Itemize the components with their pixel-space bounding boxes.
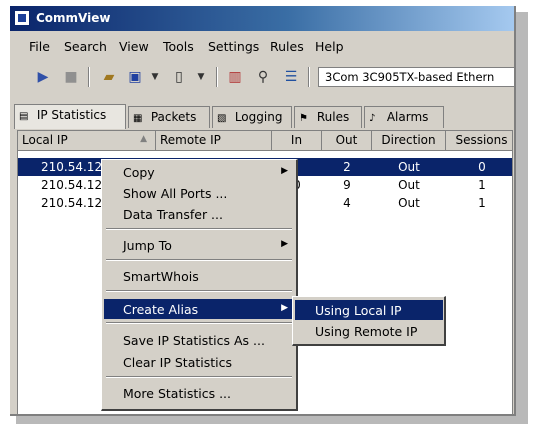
tab-packets[interactable]: ▦ Packets [128, 106, 210, 128]
chevron-down-icon[interactable]: ▼ [144, 66, 166, 88]
new-icon[interactable]: ▯ [168, 66, 190, 88]
tab-ip-statistics[interactable]: ▤ IP Statistics [14, 104, 126, 129]
chevron-down-icon[interactable]: ▼ [190, 66, 212, 88]
cell-out: 2 [343, 160, 351, 174]
column-header-in[interactable]: In [272, 131, 322, 151]
menu-separator [106, 376, 292, 378]
menu-item-save-ip-statistics[interactable]: Save IP Statistics As ... [104, 330, 294, 350]
save-icon[interactable]: ▣ [124, 66, 146, 88]
menu-separator [106, 259, 292, 261]
menu-bar: File Search View Tools Settings Rules He… [10, 34, 514, 58]
menu-item-create-alias[interactable]: Create Alias ▶ [104, 299, 294, 319]
title-bar[interactable]: CommView [10, 6, 514, 31]
search-icon[interactable]: ⚲ [252, 66, 274, 88]
cell-sessions: 0 [478, 160, 486, 174]
column-header-direction[interactable]: Direction [372, 131, 446, 151]
submenu-arrow-icon: ▶ [281, 166, 288, 176]
alias-icon[interactable]: ☰ [280, 66, 302, 88]
cell-out: 9 [343, 178, 351, 192]
table-header: Local IP ▲ Remote IP In Out Direction Ses… [18, 131, 512, 151]
submenu-item-using-remote-ip[interactable]: Using Remote IP [295, 321, 443, 341]
submenu-item-using-local-ip[interactable]: Using Local IP [295, 300, 443, 320]
cell-direction: Out [398, 196, 420, 210]
menu-item-show-all-ports[interactable]: Show All Ports ... [104, 183, 294, 203]
toolbar-separator [216, 67, 218, 87]
menu-view[interactable]: View [119, 39, 149, 54]
menu-search[interactable]: Search [64, 39, 107, 54]
open-icon[interactable]: ▰ [98, 66, 120, 88]
submenu-arrow-icon: ▶ [281, 239, 288, 249]
tab-rules[interactable]: ⚑ Rules [294, 106, 362, 128]
cell-sessions: 1 [478, 196, 486, 210]
toolbar-separator [308, 67, 310, 87]
tab-bar: ▤ IP Statistics ▦ Packets ▧ Logging ⚑ Ru… [14, 104, 514, 129]
cell-local-ip: 210.54.12 [41, 196, 103, 210]
alarm-icon: ♪ [369, 113, 376, 124]
toolbar: ▶ ■ ▰ ▣ ▼ ▯ ▼ ▥ ⚲ ☰ 3Com 3C905TX-based E… [10, 61, 514, 93]
tab-label: Packets [150, 110, 197, 124]
menu-tools[interactable]: Tools [163, 39, 194, 54]
rules-icon: ⚑ [299, 113, 308, 124]
play-icon[interactable]: ▶ [32, 66, 54, 88]
stop-icon[interactable]: ■ [60, 66, 82, 88]
menu-item-jump-to[interactable]: Jump To ▶ [104, 235, 294, 255]
cell-sessions: 1 [478, 178, 486, 192]
menu-file[interactable]: File [29, 39, 50, 54]
tab-label: IP Statistics [36, 108, 107, 122]
app-icon [14, 10, 30, 26]
context-menu: Copy ▶ Show All Ports ... Data Transfer .… [101, 159, 298, 411]
menu-separator [106, 322, 292, 324]
adapter-select[interactable]: 3Com 3C905TX-based Ethern [318, 67, 514, 87]
tab-label: Rules [316, 110, 350, 124]
cell-local-ip: 210.54.12 [41, 178, 103, 192]
menu-separator [106, 228, 292, 230]
cell-direction: Out [398, 160, 420, 174]
menu-help[interactable]: Help [315, 39, 344, 54]
cell-direction: Out [398, 178, 420, 192]
sort-arrow-icon: ▲ [140, 134, 147, 144]
column-header-local-ip[interactable]: Local IP ▲ [18, 131, 156, 151]
table-icon: ▤ [19, 111, 29, 122]
tab-logging[interactable]: ▧ Logging [212, 106, 292, 128]
column-header-remote-ip[interactable]: Remote IP [156, 131, 272, 151]
menu-rules[interactable]: Rules [270, 39, 304, 54]
column-header-sessions[interactable]: Sessions [446, 131, 512, 151]
menu-separator [106, 290, 292, 292]
menu-item-more-statistics[interactable]: More Statistics ... [104, 383, 294, 403]
chart-icon[interactable]: ▥ [224, 66, 246, 88]
tab-label: Logging [234, 110, 283, 124]
menu-item-data-transfer[interactable]: Data Transfer ... [104, 204, 294, 224]
logging-icon: ▧ [217, 113, 227, 124]
cell-local-ip: 210.54.12 [41, 160, 103, 174]
column-header-out[interactable]: Out [322, 131, 372, 151]
tab-label: Alarms [386, 110, 429, 124]
menu-item-copy[interactable]: Copy ▶ [104, 162, 294, 182]
menu-settings[interactable]: Settings [208, 39, 259, 54]
menu-item-clear-ip-statistics[interactable]: Clear IP Statistics [104, 352, 294, 372]
packets-icon: ▦ [133, 113, 143, 124]
toolbar-separator [88, 67, 90, 87]
window-title: CommView [36, 11, 111, 25]
tab-alarms[interactable]: ♪ Alarms [364, 106, 444, 128]
submenu-arrow-icon: ▶ [281, 303, 288, 313]
cell-out: 4 [343, 196, 351, 210]
create-alias-submenu: Using Local IP Using Remote IP [292, 296, 446, 346]
menu-item-smartwhois[interactable]: SmartWhois [104, 266, 294, 286]
